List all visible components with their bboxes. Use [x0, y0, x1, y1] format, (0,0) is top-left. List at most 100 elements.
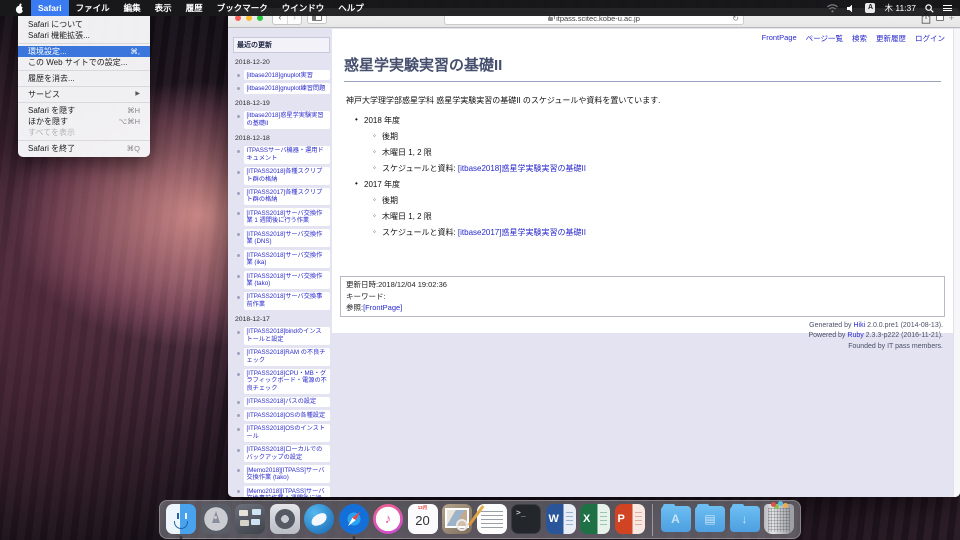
sidebar-link[interactable]: [Memo2018][ITPASS]サーバ交換作業 (tako) — [244, 465, 330, 483]
sidebar-link[interactable]: [ITPASS2018]ローカルでのバックアップの設定 — [244, 445, 330, 463]
sidebar-date: 2018-12-20 — [235, 59, 330, 66]
footer-line: Generated by Hiki 2.0.0.pre1 (2014-08-13… — [332, 321, 943, 332]
sidebar-link[interactable]: [Memo2018][ITPASS]サーバ交換事前作業 1 週間後に行う作業 — [244, 486, 330, 497]
dock-downloads-folder-icon[interactable]: ↓ — [730, 506, 760, 532]
year-detail: 後期 — [382, 195, 953, 206]
sidebar-link[interactable]: [ITPASS2018]サーバ交換作業 (ika) — [244, 250, 330, 268]
sidebar-link[interactable]: [ITPASS2018]各種スクリプト群の格納 — [244, 167, 330, 185]
menu-bar-items: Safariファイル編集表示履歴ブックマークウインドウヘルプ — [31, 0, 371, 16]
nav-link-ログイン[interactable]: ログイン — [915, 33, 945, 44]
dock-separator — [652, 504, 653, 536]
schedule-link[interactable]: [itbase2018]惑星学実験実習の基礎II — [458, 164, 586, 173]
menu-item[interactable]: ほかを隠す⌥⌘H — [18, 116, 150, 127]
page-title: 惑星学実験実習の基礎II — [344, 54, 941, 82]
sidebar-link[interactable]: [itbase2018]gnuplot実習 — [244, 70, 330, 80]
dock-trash-icon[interactable] — [764, 504, 794, 534]
sidebar-link[interactable]: [ITPASS2018]サーバ交換作業 (DNS) — [244, 229, 330, 247]
sidebar-link[interactable]: [ITPASS2018]サーバ交換作業 1 週間後に行う作業 — [244, 208, 330, 226]
dock-finder-icon[interactable] — [166, 504, 196, 534]
dock-itunes-icon[interactable]: ♪ — [373, 504, 403, 534]
dock-excel-icon[interactable]: X — [580, 504, 610, 534]
input-source-icon[interactable]: A — [865, 3, 875, 13]
menu-bar-clock[interactable]: 木 11:37 — [884, 2, 916, 14]
sidebar-link[interactable]: [itbase2018]gnuplot練習問題 — [244, 83, 330, 93]
desktop: Safariファイル編集表示履歴ブックマークウインドウヘルプ A 木 11:37 — [0, 0, 960, 540]
dock-preview-icon[interactable] — [442, 504, 472, 534]
lock-icon — [548, 17, 553, 21]
year-item: 2018 年度後期木曜日 1, 2 限スケジュールと資料: [itbase201… — [364, 115, 953, 174]
menubar-item-ブックマーク[interactable]: ブックマーク — [210, 0, 275, 16]
year-detail: 木曜日 1, 2 限 — [382, 211, 953, 222]
footer-link-Ruby[interactable]: Ruby — [847, 332, 863, 339]
scrollbar[interactable] — [953, 29, 960, 497]
menu-item[interactable]: この Web サイトでの設定... — [18, 57, 150, 68]
dock-terminal-icon[interactable]: >_ — [511, 504, 541, 534]
menu-item[interactable]: サービス▶ — [18, 89, 150, 100]
nav-link-検索[interactable]: 検索 — [852, 33, 867, 44]
running-indicator — [180, 536, 183, 539]
menu-item[interactable]: Safari を終了⌘Q — [18, 143, 150, 154]
menubar-item-Safari[interactable]: Safari — [31, 0, 69, 16]
dock-textedit-icon[interactable] — [477, 504, 507, 534]
nav-link-ページ一覧[interactable]: ページ一覧 — [806, 33, 843, 44]
sidebar-link[interactable]: [ITPASS2018]bindのインストールと設定 — [244, 327, 330, 345]
wiki-nav-links: FrontPage ページ一覧検索更新履歴ログイン — [332, 29, 953, 44]
nav-link-FrontPage[interactable]: FrontPage — [762, 33, 797, 44]
menu-separator — [18, 86, 150, 87]
apple-menu[interactable] — [8, 3, 31, 14]
notification-center-icon[interactable] — [943, 4, 952, 13]
dock-safari-icon[interactable] — [339, 504, 369, 534]
menubar-item-ファイル[interactable]: ファイル — [69, 0, 117, 16]
menu-item[interactable]: 履歴を消去... — [18, 73, 150, 84]
frontpage-link[interactable]: [FrontPage] — [363, 303, 402, 312]
dock-launchpad-icon[interactable] — [201, 504, 231, 534]
schedule-link[interactable]: [itbase2017]惑星学実験実習の基礎II — [458, 228, 586, 237]
sidebar-link[interactable]: [ITPASS2018]OSの各種設定 — [244, 410, 330, 420]
sidebar-link[interactable]: ITPASSサーバ機器・運用ドキュメント — [244, 146, 330, 164]
dock-mission-control-icon[interactable] — [235, 504, 265, 534]
apple-icon — [15, 3, 24, 14]
dock-thunderbird-icon[interactable] — [304, 504, 334, 534]
sidebar-date: 2018-12-19 — [235, 100, 330, 107]
dock-calendar-icon[interactable]: 12月20 — [408, 504, 438, 534]
menubar-item-編集[interactable]: 編集 — [117, 0, 148, 16]
sidebar-link[interactable]: [ITPASS2018]サーバ交換事前作業 — [244, 292, 330, 310]
menu-item[interactable]: Safari 機能拡張... — [18, 30, 150, 41]
safari-window: ‹ › itpass.scitec.kobe-u.ac.jp ↻ + — [228, 8, 960, 497]
menu-item[interactable]: Safari について — [18, 19, 150, 30]
updated-line: 更新日時:2018/12/04 19:02:36 — [346, 279, 939, 291]
dock-word-icon[interactable]: W — [546, 504, 576, 534]
dock-applications-folder-icon[interactable]: A — [661, 506, 691, 532]
dock-powerpoint-icon[interactable]: P — [615, 504, 645, 534]
sidebar-link[interactable]: [ITPASS2018]CPU・MB・グラフィックボード・電源の不良チェック — [244, 369, 330, 394]
sidebar-link[interactable]: [ITPASS2017]各種スクリプト群の格納 — [244, 188, 330, 206]
dock-system-preferences-icon[interactable] — [270, 504, 300, 534]
volume-icon[interactable] — [847, 4, 856, 13]
sidebar-link[interactable]: [ITPASS2018]パスの設定 — [244, 397, 330, 407]
sidebar-link[interactable]: [ITPASS2018]RAM の不良チェック — [244, 348, 330, 366]
sidebar-date: 2018-12-17 — [235, 316, 330, 323]
sidebar-link[interactable]: [ITPASS2018]OSのインストール — [244, 424, 330, 442]
sidebar-link[interactable]: [ITPASS2018]サーバ交換作業 (tako) — [244, 271, 330, 289]
recent-updates-sidebar: 最近の更新 2018-12-20[itbase2018]gnuplot実習[it… — [233, 37, 330, 497]
menu-item[interactable]: Safari を隠す⌘H — [18, 105, 150, 116]
year-detail: 木曜日 1, 2 限 — [382, 147, 953, 158]
footer-link-Hiki[interactable]: Hiki — [854, 322, 866, 329]
intro-paragraph: 神戸大学理学部惑星学科 惑星学実験実習の基礎II のスケジュールや資料を置いてい… — [346, 95, 939, 106]
sidebar-date: 2018-12-18 — [235, 135, 330, 142]
spotlight-icon[interactable] — [925, 4, 934, 13]
menubar-item-ウインドウ[interactable]: ウインドウ — [275, 0, 332, 16]
nav-link-更新履歴[interactable]: 更新履歴 — [876, 33, 906, 44]
schedule-line: スケジュールと資料: [itbase2017]惑星学実験実習の基礎II — [382, 227, 953, 238]
sidebar-link[interactable]: [itbase2018]惑星学実験実習の基礎II — [244, 111, 330, 129]
year-label: 2018 年度 — [364, 115, 953, 126]
dock-documents-folder-icon[interactable]: ▤ — [695, 506, 725, 532]
year-item: 2017 年度後期木曜日 1, 2 限スケジュールと資料: [itbase201… — [364, 179, 953, 238]
menubar-item-ヘルプ[interactable]: ヘルプ — [331, 0, 371, 16]
menubar-item-表示[interactable]: 表示 — [148, 0, 179, 16]
year-detail: 後期 — [382, 131, 953, 142]
menu-item[interactable]: 環境設定...⌘, — [18, 46, 150, 57]
menubar-item-履歴[interactable]: 履歴 — [179, 0, 210, 16]
safari-dropdown-menu: Safari についてSafari 機能拡張... 環境設定...⌘,この Web… — [18, 16, 150, 157]
wifi-icon[interactable] — [827, 4, 838, 13]
